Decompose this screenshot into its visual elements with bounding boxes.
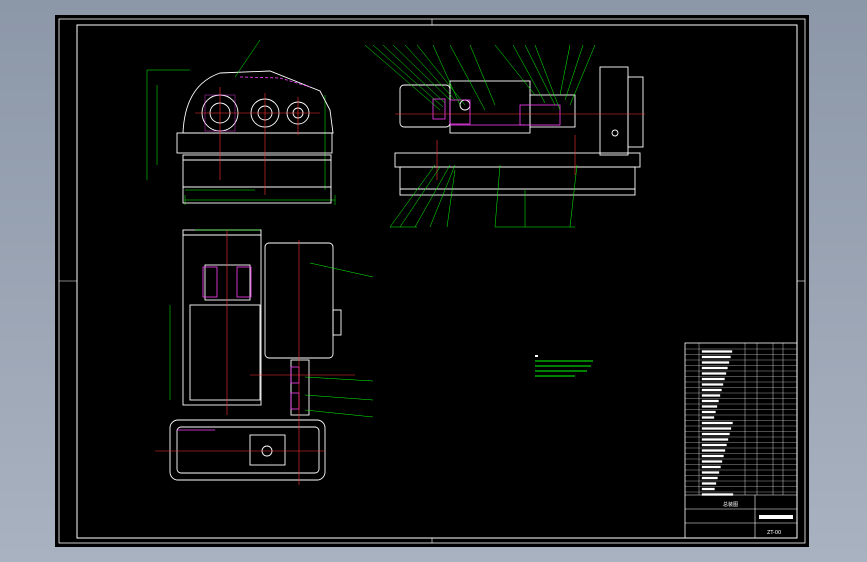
side-view [364, 44, 645, 228]
parts-list-entry [701, 432, 730, 436]
parts-list-entry [701, 405, 718, 408]
parts-list-entry [701, 443, 727, 447]
parts-list-entry [701, 366, 728, 370]
parts-list-entry [701, 438, 729, 441]
parts-list-entry [701, 482, 717, 485]
parts-list-entry [701, 399, 719, 403]
plan-view [155, 229, 374, 485]
parts-list-entry [701, 449, 726, 452]
parts-list-entry [701, 350, 733, 353]
cad-drawing: 总装图 ZT-00 [58, 18, 806, 544]
parts-list-entry [701, 388, 722, 392]
front-view [146, 39, 336, 205]
parts-list: 总装图 ZT-00 [684, 342, 798, 539]
drawing-title: 总装图 [723, 501, 738, 508]
parts-list-entry [701, 471, 720, 474]
parts-list-entry [701, 421, 733, 425]
parts-list-entry [701, 372, 727, 375]
parts-list-entry [701, 410, 716, 414]
parts-list-entry [701, 465, 721, 469]
parts-list-entry [701, 361, 730, 364]
technical-notes [535, 355, 593, 377]
drawing-sheet: 总装图 ZT-00 [55, 15, 809, 547]
parts-list-entry [701, 476, 718, 480]
parts-list-entry [701, 427, 732, 430]
parts-list-entry [701, 383, 724, 386]
parts-list-entry [701, 460, 723, 463]
parts-list-entry [701, 377, 725, 381]
parts-list-entry [701, 416, 715, 419]
parts-list-entry [701, 487, 715, 491]
drawing-code: ZT-00 [767, 530, 781, 536]
parts-list-entry [701, 355, 731, 359]
parts-list-entry [701, 454, 724, 458]
parts-list-entry [701, 394, 721, 397]
